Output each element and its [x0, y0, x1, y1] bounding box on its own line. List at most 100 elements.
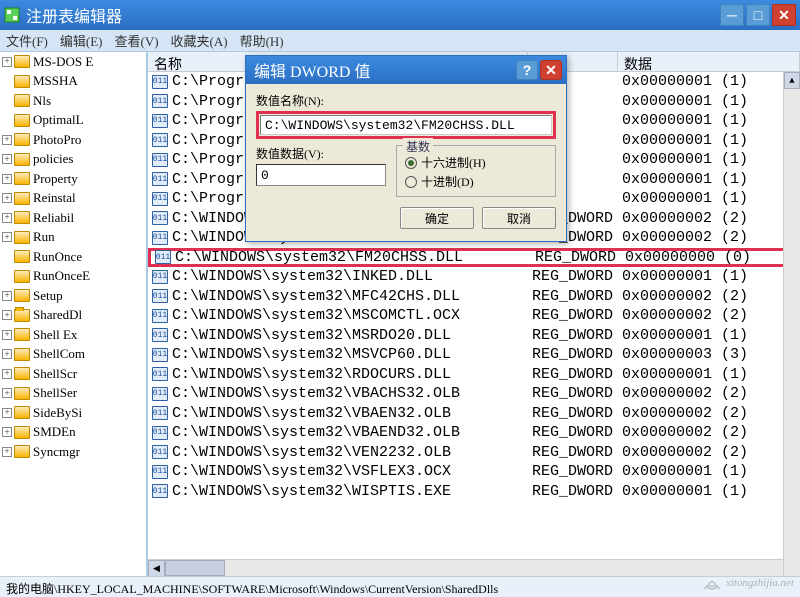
folder-icon	[14, 406, 30, 419]
menu-help[interactable]: 帮助(H)	[240, 31, 284, 50]
folder-icon	[14, 270, 30, 283]
maximize-button[interactable]: □	[746, 4, 770, 26]
menu-view[interactable]: 查看(V)	[115, 31, 159, 50]
cell-name: C:\WINDOWS\system32\VBAEND32.OLB	[172, 424, 532, 441]
list-row[interactable]: 011C:\WINDOWS\system32\MSCOMCTL.OCXREG_D…	[148, 306, 800, 326]
cell-data: 0x00000002 (2)	[622, 307, 800, 324]
dialog-help-button[interactable]: ?	[516, 60, 538, 80]
value-name-input[interactable]	[260, 115, 552, 135]
list-row[interactable]: 011C:\WINDOWS\system32\MSRDO20.DLLREG_DW…	[148, 326, 800, 346]
cell-name: C:\WINDOWS\system32\WISPTIS.EXE	[172, 483, 532, 500]
radio-icon	[405, 176, 417, 188]
tree-item[interactable]: +policies	[0, 150, 146, 170]
tree-item[interactable]: OptimalL	[0, 111, 146, 131]
dialog-titlebar[interactable]: 编辑 DWORD 值 ? ✕	[246, 56, 566, 84]
expander-icon[interactable]: +	[2, 330, 12, 340]
list-row[interactable]: 011C:\WINDOWS\system32\VBAEND32.OLBREG_D…	[148, 423, 800, 443]
value-data-input[interactable]	[256, 164, 386, 186]
scroll-thumb[interactable]	[165, 560, 225, 576]
tree-item[interactable]: +Reliabil	[0, 208, 146, 228]
tree-item[interactable]: +ShellSer	[0, 384, 146, 404]
tree-item[interactable]: +Reinstal	[0, 189, 146, 209]
list-row[interactable]: 011C:\WINDOWS\system32\MFC42CHS.DLLREG_D…	[148, 287, 800, 307]
cell-type: REG_DWORD	[532, 268, 622, 285]
tree-panel[interactable]: +MS-DOS EMSSHANlsOptimalL+PhotoPro+polic…	[0, 52, 148, 576]
tree-item[interactable]: Nls	[0, 91, 146, 111]
menubar: 文件(F) 编辑(E) 查看(V) 收藏夹(A) 帮助(H)	[0, 30, 800, 52]
expander-icon[interactable]: +	[2, 291, 12, 301]
radix-group: 基数 十六进制(H) 十进制(D)	[396, 145, 556, 197]
tree-item[interactable]: MSSHA	[0, 72, 146, 92]
menu-edit[interactable]: 编辑(E)	[60, 31, 103, 50]
horizontal-scrollbar[interactable]: ◀	[148, 559, 783, 576]
tree-item[interactable]: +Setup	[0, 286, 146, 306]
list-row[interactable]: 011C:\WINDOWS\system32\MSVCP60.DLLREG_DW…	[148, 345, 800, 365]
expander-icon[interactable]: +	[2, 154, 12, 164]
expander-icon[interactable]: +	[2, 232, 12, 242]
list-row[interactable]: 011C:\WINDOWS\system32\RDOCURS.DLLREG_DW…	[148, 365, 800, 385]
tree-item[interactable]: +ShellScr	[0, 364, 146, 384]
expander-icon[interactable]: +	[2, 388, 12, 398]
dword-icon: 011	[152, 114, 168, 128]
expander-icon	[2, 252, 12, 262]
tree-item[interactable]: +SharedDl	[0, 306, 146, 326]
expander-icon[interactable]: +	[2, 369, 12, 379]
folder-icon	[14, 114, 30, 127]
list-row[interactable]: 011C:\WINDOWS\system32\VBACHS32.OLBREG_D…	[148, 384, 800, 404]
tree-item[interactable]: RunOnceE	[0, 267, 146, 287]
tree-item[interactable]: +Property	[0, 169, 146, 189]
vertical-scrollbar[interactable]: ▲	[783, 72, 800, 576]
list-row[interactable]: 011C:\WINDOWS\system32\VSFLEX3.OCXREG_DW…	[148, 462, 800, 482]
folder-icon	[14, 328, 30, 341]
col-data[interactable]: 数据	[618, 52, 800, 71]
expander-icon[interactable]: +	[2, 174, 12, 184]
expander-icon[interactable]: +	[2, 135, 12, 145]
ok-button[interactable]: 确定	[400, 207, 474, 229]
expander-icon[interactable]: +	[2, 193, 12, 203]
list-row[interactable]: 011C:\WINDOWS\system32\FM20CHSS.DLLREG_D…	[148, 248, 800, 268]
expander-icon[interactable]: +	[2, 427, 12, 437]
tree-item[interactable]: +Run	[0, 228, 146, 248]
cell-data: 0x00000001 (1)	[622, 73, 800, 90]
menu-favorites[interactable]: 收藏夹(A)	[171, 31, 228, 50]
list-row[interactable]: 011C:\WINDOWS\system32\VEN2232.OLBREG_DW…	[148, 443, 800, 463]
expander-icon[interactable]: +	[2, 213, 12, 223]
expander-icon[interactable]: +	[2, 310, 12, 320]
tree-item[interactable]: RunOnce	[0, 247, 146, 267]
close-button[interactable]: ✕	[772, 4, 796, 26]
radix-dec-radio[interactable]: 十进制(D)	[405, 173, 547, 190]
tree-item[interactable]: +Shell Ex	[0, 325, 146, 345]
tree-item[interactable]: +ShellCom	[0, 345, 146, 365]
folder-icon	[14, 172, 30, 185]
cell-data: 0x00000002 (2)	[622, 444, 800, 461]
list-row[interactable]: 011C:\WINDOWS\system32\VBAEN32.OLBREG_DW…	[148, 404, 800, 424]
minimize-button[interactable]: ─	[720, 4, 744, 26]
menu-file[interactable]: 文件(F)	[6, 31, 48, 50]
dword-icon: 011	[152, 348, 168, 362]
expander-icon[interactable]: +	[2, 408, 12, 418]
dword-icon: 011	[152, 465, 168, 479]
tree-item[interactable]: +SMDEn	[0, 423, 146, 443]
scroll-up-button[interactable]: ▲	[784, 72, 800, 89]
tree-item[interactable]: +SideBySi	[0, 403, 146, 423]
cell-name: C:\WINDOWS\system32\INKED.DLL	[172, 268, 532, 285]
folder-icon	[14, 289, 30, 302]
radix-hex-radio[interactable]: 十六进制(H)	[405, 154, 547, 171]
cell-type: REG_DWORD	[532, 463, 622, 480]
list-row[interactable]: 011C:\WINDOWS\system32\WISPTIS.EXEREG_DW…	[148, 482, 800, 502]
list-row[interactable]: 011C:\WINDOWS\system32\INKED.DLLREG_DWOR…	[148, 267, 800, 287]
scroll-left-button[interactable]: ◀	[148, 560, 165, 577]
tree-item[interactable]: +MS-DOS E	[0, 52, 146, 72]
tree-item[interactable]: +PhotoPro	[0, 130, 146, 150]
dialog-close-button[interactable]: ✕	[540, 60, 562, 80]
cell-data: 0x00000001 (1)	[622, 327, 800, 344]
cell-type: REG_DWORD	[532, 327, 622, 344]
expander-icon[interactable]: +	[2, 57, 12, 67]
expander-icon[interactable]: +	[2, 349, 12, 359]
cancel-button[interactable]: 取消	[482, 207, 556, 229]
expander-icon[interactable]: +	[2, 447, 12, 457]
radio-icon	[405, 157, 417, 169]
folder-icon	[14, 211, 30, 224]
edit-dword-dialog: 编辑 DWORD 值 ? ✕ 数值名称(N): 数值数据(V): 基数 十六进制…	[245, 55, 567, 242]
tree-item[interactable]: +Syncmgr	[0, 442, 146, 462]
